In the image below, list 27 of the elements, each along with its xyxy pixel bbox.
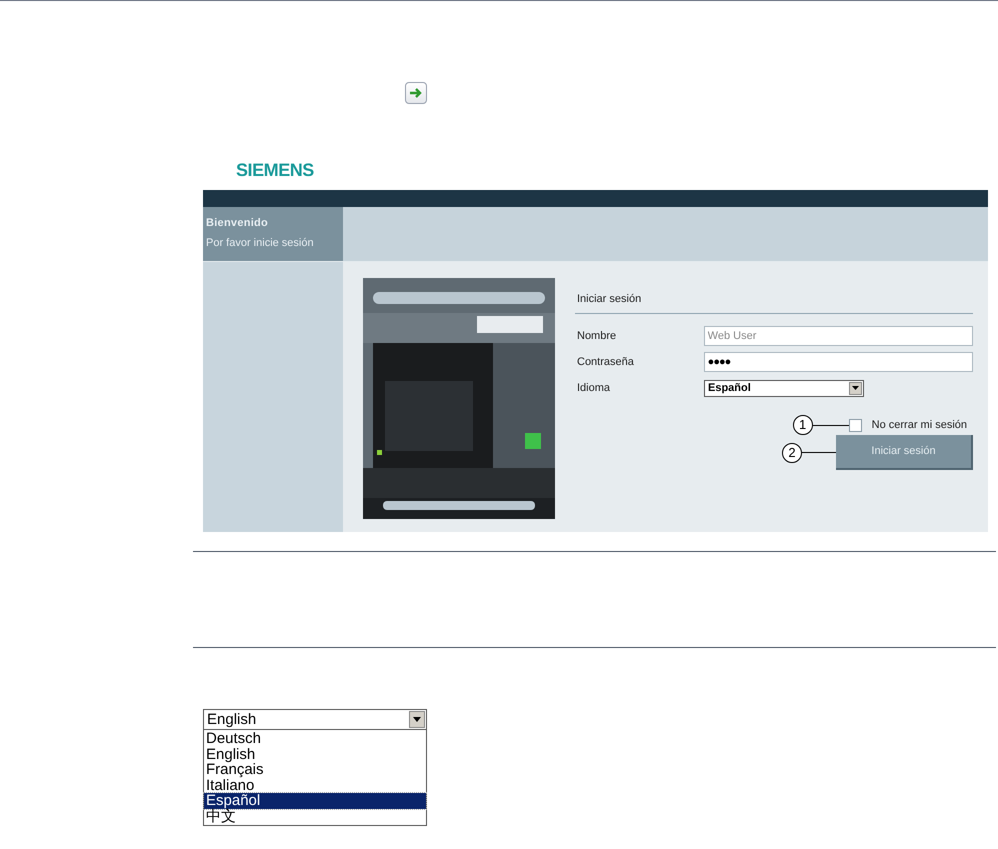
dropdown-option[interactable]: Italiano — [204, 778, 426, 793]
dropdown-option[interactable]: English — [204, 746, 426, 762]
field-label: Contraseña — [577, 354, 635, 370]
dropdown-arrow-icon — [852, 386, 859, 390]
arrow-right-icon — [409, 87, 423, 99]
checkbox[interactable] — [848, 418, 862, 432]
welcome-subtitle: Por favor inicie sesión — [206, 236, 315, 250]
language-select[interactable]: English — [203, 709, 427, 730]
dropdown-option[interactable]: Español — [204, 793, 426, 808]
dropdown-option[interactable]: 中文 — [204, 808, 426, 824]
leader-line — [812, 424, 849, 426]
welcome-title: Bienvenido — [206, 216, 270, 231]
form-heading: Iniciar sesión — [577, 293, 642, 305]
field-label: Idioma — [577, 380, 612, 396]
dropdown-option[interactable]: Deutsch — [204, 731, 426, 746]
dropdown-option[interactable]: Français — [204, 762, 426, 778]
language-select[interactable]: Español — [704, 380, 864, 396]
callout-number: 2 — [782, 442, 802, 462]
leader-line — [802, 452, 836, 453]
username-field[interactable]: Web User — [704, 326, 973, 346]
go-button[interactable] — [405, 82, 427, 104]
password-field[interactable]: ●●●● — [704, 352, 973, 372]
checkbox-label: No cerrar mi sesión — [872, 418, 967, 433]
logo: SIEMENS — [236, 160, 314, 180]
field-label: Nombre — [577, 328, 618, 344]
dropdown-arrow-icon — [413, 717, 421, 722]
callout-number: 1 — [792, 415, 813, 435]
